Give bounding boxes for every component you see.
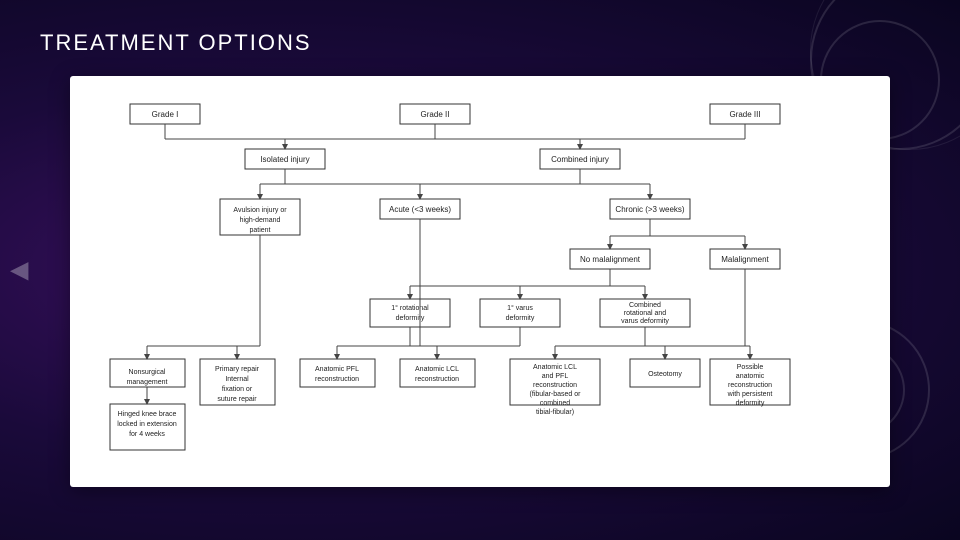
svg-text:(fibular-based or: (fibular-based or — [530, 391, 582, 398]
svg-text:for 4 weeks: for 4 weeks — [129, 431, 165, 438]
svg-text:and PFL: and PFL — [542, 373, 569, 380]
svg-text:reconstruction: reconstruction — [728, 382, 772, 389]
main-content: TREATMENT OPTIONS .box { fill: white; st… — [0, 0, 960, 507]
svg-text:No malalignment: No malalignment — [580, 255, 641, 264]
svg-text:reconstruction: reconstruction — [533, 382, 577, 389]
svg-text:Hinged knee brace: Hinged knee brace — [118, 411, 177, 418]
svg-text:patient: patient — [249, 227, 270, 234]
svg-text:management: management — [127, 379, 168, 386]
svg-text:suture repair: suture repair — [217, 396, 257, 403]
svg-text:Combined: Combined — [629, 302, 661, 309]
svg-text:Primary repair: Primary repair — [215, 366, 260, 373]
svg-text:Grade III: Grade III — [729, 110, 760, 119]
svg-text:Chronic (>3 weeks): Chronic (>3 weeks) — [615, 205, 684, 214]
flowchart-svg: .box { fill: white; stroke: #333; stroke… — [90, 94, 870, 464]
svg-text:Avulsion injury or: Avulsion injury or — [233, 207, 287, 214]
svg-text:Anatomic PFL: Anatomic PFL — [315, 366, 359, 373]
svg-text:rotational and: rotational and — [624, 310, 667, 317]
svg-text:with persistent: with persistent — [727, 391, 773, 398]
svg-text:tibial-fibular): tibial-fibular) — [536, 409, 574, 416]
svg-text:Possible: Possible — [737, 364, 764, 371]
svg-text:1° rotational: 1° rotational — [391, 304, 429, 312]
svg-text:reconstruction: reconstruction — [315, 376, 359, 383]
svg-text:1° varus: 1° varus — [507, 304, 533, 312]
svg-text:Internal: Internal — [225, 376, 249, 383]
svg-text:Combined injury: Combined injury — [551, 155, 609, 164]
svg-text:anatomic: anatomic — [736, 373, 765, 380]
svg-text:Grade I: Grade I — [152, 110, 179, 119]
svg-text:deformity: deformity — [736, 400, 765, 407]
svg-text:Osteotomy: Osteotomy — [648, 371, 682, 378]
svg-text:varus deformity: varus deformity — [621, 318, 669, 325]
svg-text:reconstruction: reconstruction — [415, 376, 459, 383]
diagram-container: .box { fill: white; stroke: #333; stroke… — [70, 76, 890, 487]
svg-text:deformity: deformity — [506, 315, 535, 322]
svg-text:Anatomic LCL: Anatomic LCL — [533, 364, 577, 371]
svg-text:fixation or: fixation or — [222, 386, 253, 393]
svg-text:Anatomic LCL: Anatomic LCL — [415, 366, 459, 373]
svg-text:combined: combined — [540, 400, 570, 407]
svg-text:high-demand: high-demand — [240, 217, 281, 224]
svg-text:Malalignment: Malalignment — [721, 255, 769, 264]
svg-text:Isolated injury: Isolated injury — [260, 155, 309, 164]
svg-text:Nonsurgical: Nonsurgical — [129, 369, 166, 376]
svg-text:Acute (<3 weeks): Acute (<3 weeks) — [389, 205, 451, 214]
page-title: TREATMENT OPTIONS — [40, 30, 920, 56]
svg-text:Grade II: Grade II — [421, 110, 450, 119]
svg-text:locked in extension: locked in extension — [117, 421, 177, 428]
